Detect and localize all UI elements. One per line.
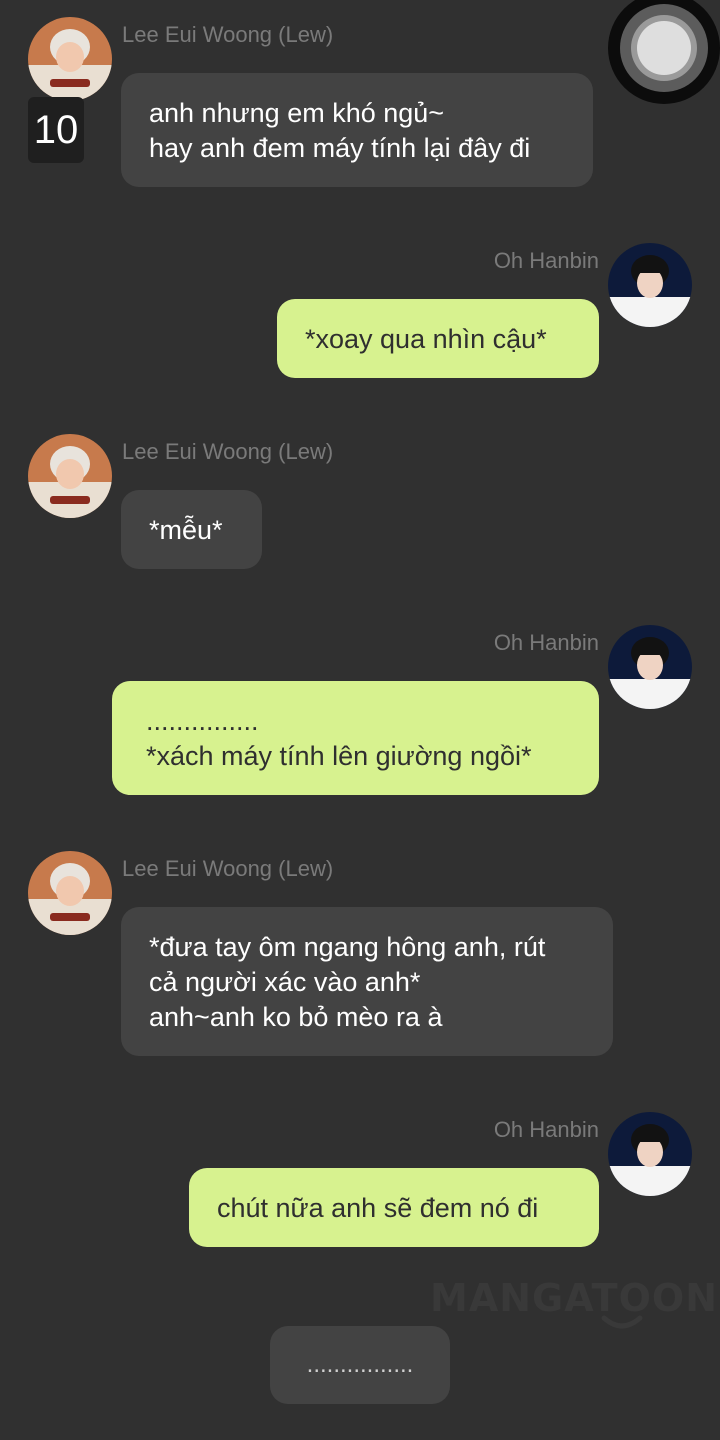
avatar-lew-photo — [28, 851, 112, 935]
episode-badge: 10 — [28, 97, 84, 163]
avatar-hanbin-photo — [608, 1112, 692, 1196]
watermark-smile-icon — [601, 1315, 643, 1329]
sender-name: Oh Hanbin — [493, 248, 599, 273]
avatar-hanbin-photo — [608, 625, 692, 709]
typing-bubble[interactable]: ................ — [270, 1326, 450, 1404]
sender-name: Oh Hanbin — [493, 1117, 599, 1142]
avatar-hanbin[interactable] — [608, 625, 692, 709]
sender-name: Lee Eui Woong (Lew) — [122, 22, 334, 47]
message-bubble: ............... *xách máy tính lên giườn… — [112, 681, 599, 795]
sender-name: Lee Eui Woong (Lew) — [122, 856, 334, 881]
avatar-hanbin[interactable] — [608, 1112, 692, 1196]
avatar-lew-photo — [28, 17, 112, 101]
message-bubble: *đưa tay ôm ngang hông anh, rút cả người… — [121, 907, 613, 1056]
record-button[interactable] — [608, 0, 720, 104]
record-button-icon — [608, 0, 720, 104]
watermark: MANGATOON — [430, 1276, 719, 1320]
avatar-lew-photo — [28, 434, 112, 518]
message-bubble: anh nhưng em khó ngủ~ hay anh đem máy tí… — [121, 73, 593, 187]
avatar-lew[interactable] — [28, 434, 112, 518]
message-bubble: chút nữa anh sẽ đem nó đi — [189, 1168, 599, 1247]
avatar-hanbin[interactable] — [608, 243, 692, 327]
sender-name: Lee Eui Woong (Lew) — [122, 439, 334, 464]
message-bubble: *xoay qua nhìn cậu* — [277, 299, 599, 378]
avatar-hanbin-photo — [608, 243, 692, 327]
sender-name: Oh Hanbin — [493, 630, 599, 655]
message-bubble: *mễu* — [121, 490, 262, 569]
avatar-lew[interactable] — [28, 17, 112, 101]
avatar-lew[interactable] — [28, 851, 112, 935]
